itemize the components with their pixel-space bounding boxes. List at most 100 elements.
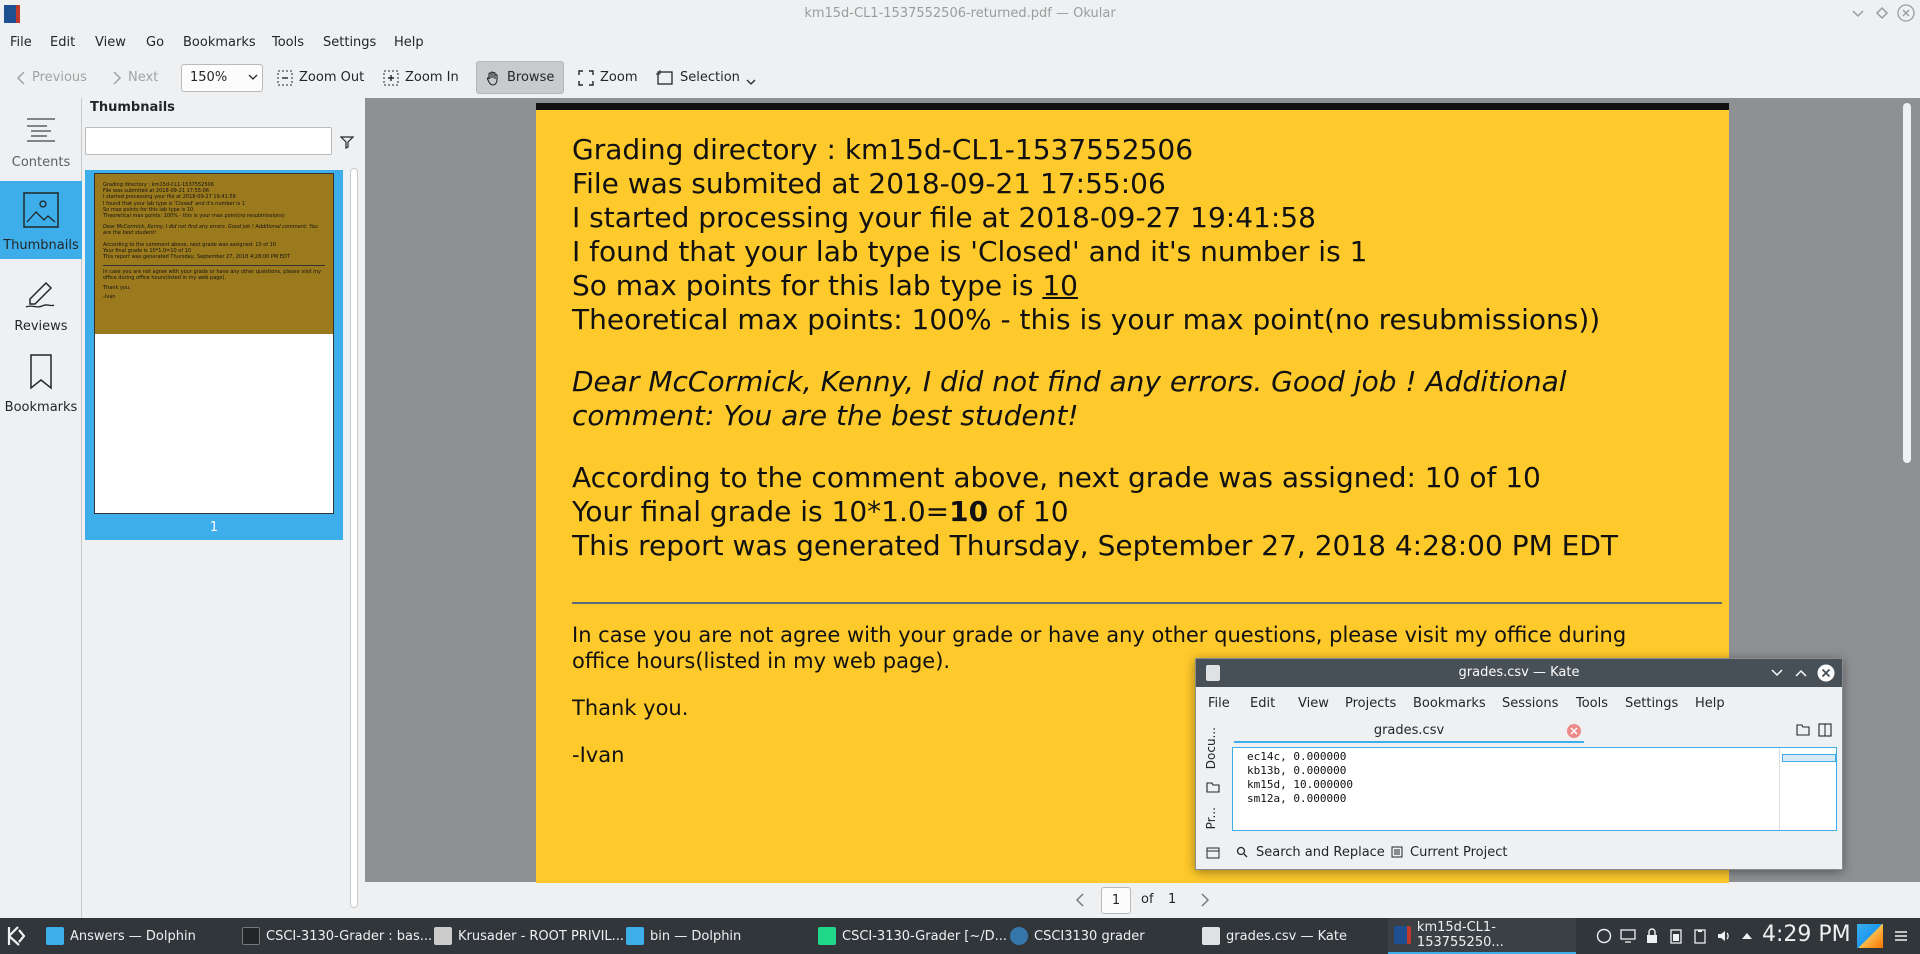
page-of-label: of <box>1141 892 1154 907</box>
menu-tools[interactable]: Tools <box>272 35 304 50</box>
menu-settings[interactable]: Settings <box>323 35 376 50</box>
sidebar-item-thumbnails[interactable]: Thumbnails <box>0 181 82 259</box>
kate-menu-file[interactable]: File <box>1208 696 1230 711</box>
selection-tool-button[interactable]: Selection <box>648 61 764 94</box>
zoom-out-icon <box>277 70 293 86</box>
menu-bookmarks[interactable]: Bookmarks <box>183 35 256 50</box>
thumbnail-page-1[interactable]: Grading directory : km15d-CL1-1537552506… <box>85 170 343 540</box>
split-view-icon[interactable] <box>1818 723 1832 737</box>
filter-icon[interactable] <box>340 135 354 149</box>
open-file-icon[interactable] <box>1796 723 1810 737</box>
kate-menu-view[interactable]: View <box>1298 696 1329 711</box>
hand-icon <box>485 70 501 86</box>
battery-icon[interactable] <box>1668 928 1684 944</box>
sidebar-item-label: Reviews <box>14 319 68 334</box>
zoom-tool-button[interactable]: Zoom <box>570 61 645 94</box>
close-window-icon[interactable] <box>1897 4 1915 22</box>
next-page-icon[interactable] <box>1200 893 1210 907</box>
kate-icon <box>1202 927 1220 945</box>
kate-menu-edit[interactable]: Edit <box>1250 696 1275 711</box>
thumbnail-scrollbar[interactable] <box>350 168 358 908</box>
task-pycharm[interactable]: CSCI-3130-Grader [~/D... <box>812 918 1013 954</box>
max-points-prefix: So max points for this lab type is <box>572 269 1043 302</box>
task-label: Answers — Dolphin <box>70 928 196 944</box>
update-icon[interactable] <box>1596 928 1612 944</box>
zoom-out-label: Zoom Out <box>299 70 365 85</box>
clock[interactable]: 4:29 PM <box>1762 922 1851 947</box>
pycharm-icon <box>818 927 836 945</box>
task-label: bin — Dolphin <box>650 928 742 944</box>
maximize-icon[interactable] <box>1875 6 1889 20</box>
kate-menu-tools[interactable]: Tools <box>1576 696 1608 711</box>
prev-page-icon[interactable] <box>1075 893 1085 907</box>
sidebar-item-reviews[interactable]: Reviews <box>0 262 82 340</box>
kate-menu-help[interactable]: Help <box>1695 696 1725 711</box>
task-grader-bash[interactable]: CSCI-3130-Grader : bas... <box>236 918 438 954</box>
tray-expand-icon[interactable] <box>1740 928 1754 944</box>
doc-line-max-points: So max points for this lab type is 10 <box>572 269 1078 302</box>
kate-editor[interactable]: ec14c, 0.000000 kb13b, 0.000000 km15d, 1… <box>1232 747 1837 831</box>
editor-line: sm12a, 0.000000 <box>1247 792 1347 805</box>
task-label: km15d-CL1-153755250... <box>1416 920 1504 950</box>
thumbnail-preview-text: Grading directory : km15d-CL1-1537552506… <box>95 174 333 334</box>
kate-documents-sidebar-tab[interactable]: Docu... <box>1204 727 1222 769</box>
close-tab-icon[interactable] <box>1566 723 1582 739</box>
menu-go[interactable]: Go <box>146 35 164 50</box>
minimap-viewport[interactable] <box>1782 754 1836 762</box>
display-icon[interactable] <box>1620 928 1636 944</box>
zoom-select[interactable]: 150% <box>181 64 263 92</box>
contents-icon <box>25 115 57 145</box>
minimize-icon[interactable] <box>1851 6 1865 20</box>
kate-menu-settings[interactable]: Settings <box>1625 696 1678 711</box>
kate-menu-projects[interactable]: Projects <box>1345 696 1396 711</box>
terminal-icon <box>242 927 260 945</box>
sidebar-item-label: Contents <box>11 155 71 170</box>
previous-button[interactable]: Previous <box>8 61 95 94</box>
browse-tool-button[interactable]: Browse <box>476 61 564 94</box>
kate-menu-bookmarks[interactable]: Bookmarks <box>1413 696 1486 711</box>
sidebar-item-bookmarks[interactable]: Bookmarks <box>0 343 82 421</box>
task-csci3130-grader[interactable]: CSCI3130 grader <box>1004 918 1151 954</box>
panel-menu-icon[interactable] <box>1894 929 1908 943</box>
task-bin-dolphin[interactable]: bin — Dolphin <box>620 918 747 954</box>
sidebar-item-label: Thumbnails <box>3 238 79 253</box>
kate-minimap[interactable] <box>1779 748 1837 830</box>
doc-report-generated: This report was generated Thursday, Sept… <box>572 529 1618 562</box>
folder-icon[interactable] <box>1206 781 1220 793</box>
task-krusader[interactable]: Krusader - ROOT PRIVIL... <box>428 918 630 954</box>
kde-launcher-icon[interactable] <box>6 925 28 947</box>
kate-menu-sessions[interactable]: Sessions <box>1502 696 1558 711</box>
sidebar-item-contents[interactable]: Contents <box>0 98 82 176</box>
zoom-tool-label: Zoom <box>600 70 638 85</box>
volume-icon[interactable] <box>1716 928 1732 944</box>
menu-help[interactable]: Help <box>394 35 424 50</box>
kate-close-icon[interactable] <box>1816 663 1836 683</box>
dropdown-arrow-icon[interactable] <box>746 79 756 87</box>
doc-comment-line-2: comment: You are the best student! <box>572 399 1079 432</box>
search-replace-button[interactable]: Search and Replace <box>1256 845 1385 860</box>
zoom-out-button[interactable]: Zoom Out <box>269 61 372 94</box>
terminal-icon[interactable] <box>1206 847 1220 859</box>
desktop-preview-icon[interactable] <box>1857 924 1883 948</box>
kate-maximize-icon[interactable] <box>1795 667 1807 679</box>
clipboard-icon[interactable] <box>1692 928 1708 944</box>
kate-projects-sidebar-tab[interactable]: Pr... <box>1204 807 1222 829</box>
title-bar: km15d-CL1-1537552506-returned.pdf — Okul… <box>0 0 1920 29</box>
task-okular[interactable]: km15d-CL1-153755250... <box>1388 918 1576 954</box>
doc-thanks: Thank you. <box>572 696 689 720</box>
pen-icon <box>24 277 58 309</box>
current-project-button[interactable]: Current Project <box>1410 845 1507 860</box>
task-answers-dolphin[interactable]: Answers — Dolphin <box>40 918 202 954</box>
page-number-input[interactable]: 1 <box>1101 887 1131 914</box>
menu-view[interactable]: View <box>95 35 126 50</box>
menu-file[interactable]: File <box>10 35 32 50</box>
menu-edit[interactable]: Edit <box>50 35 75 50</box>
kate-tab-grades-csv[interactable]: grades.csv <box>1234 719 1584 743</box>
kate-minimize-icon[interactable] <box>1771 667 1783 679</box>
zoom-in-button[interactable]: Zoom In <box>375 61 467 94</box>
next-button[interactable]: Next <box>104 61 166 94</box>
document-scrollbar[interactable] <box>1903 103 1911 463</box>
lock-icon[interactable] <box>1644 928 1660 944</box>
thumbnail-search-input[interactable] <box>85 127 332 155</box>
task-kate[interactable]: grades.csv — Kate <box>1196 918 1382 954</box>
